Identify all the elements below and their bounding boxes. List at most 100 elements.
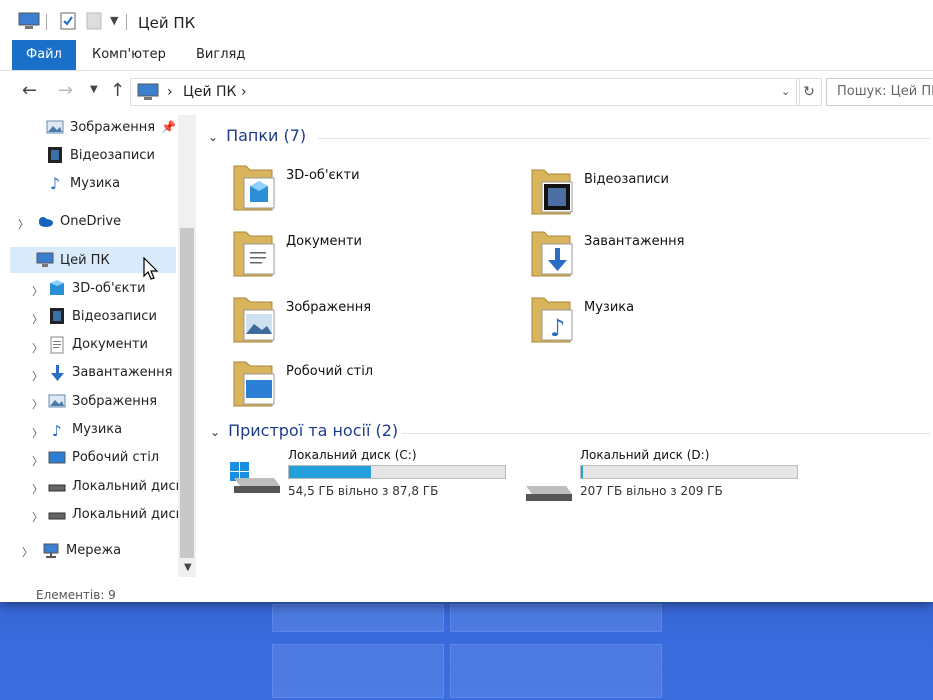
folder-icon (233, 297, 275, 343)
tab-file[interactable]: Файл (12, 40, 76, 70)
sidebar-item-label: Відеозаписи (70, 147, 155, 163)
breadcrumb-separator[interactable]: › (167, 84, 173, 100)
cloud-icon (39, 217, 53, 227)
section-divider (402, 433, 930, 434)
up-button[interactable]: ↑ (110, 80, 125, 101)
tab-computer[interactable]: Комп'ютер (92, 40, 166, 70)
section-devices-header[interactable]: ⌄ Пристрої та носії (2) (210, 421, 398, 440)
folder-tile[interactable]: 3D-об'єкти (232, 160, 492, 216)
sidebar-item-label: Музика (72, 422, 123, 437)
section-folders-header[interactable]: ⌄ Папки (7) (208, 126, 306, 145)
scroll-down-arrow-icon[interactable]: ▼ (184, 562, 192, 573)
section-divider (318, 138, 930, 139)
folder-tile[interactable]: Відеозаписи (530, 164, 790, 220)
music-icon: ♪ (49, 174, 61, 193)
expand-chevron-icon[interactable]: 〉 (22, 544, 33, 560)
network-icon (43, 543, 59, 558)
folder-tile[interactable]: Робочий стіл (232, 356, 492, 412)
explorer-window: ▼ Цей ПК Файл Комп'ютер Вигляд ← → ▼ ↑ ›… (0, 0, 933, 602)
videos-icon (50, 308, 64, 325)
expand-chevron-icon[interactable]: 〉 (32, 368, 43, 384)
drive-icon (48, 512, 66, 520)
expand-chevron-icon[interactable]: 〉 (32, 340, 43, 356)
breadcrumb-this-pc[interactable]: Цей ПК (183, 84, 237, 100)
folder-icon: ♪ (531, 297, 573, 343)
back-button[interactable]: ← (22, 80, 37, 101)
search-input[interactable]: Пошук: Цей ПК (826, 78, 933, 106)
videos-icon (48, 147, 62, 163)
sidebar-item[interactable]: ♪ Музика (48, 417, 178, 443)
mouse-cursor-icon (143, 257, 159, 280)
drive-tile[interactable]: Локальний диск (D:) 207 ГБ вільно з 209 Г… (520, 448, 800, 508)
sidebar-item-music-quick[interactable]: ♪ Музика (46, 170, 120, 196)
address-dropdown-chevron-icon[interactable]: ⌄ (781, 85, 790, 98)
refresh-button[interactable]: ↻ (796, 78, 822, 106)
drive-usage-fill (581, 466, 584, 478)
sidebar-item-label: Цей ПК (60, 252, 110, 268)
expand-chevron-icon[interactable]: 〉 (32, 509, 43, 525)
sidebar-item-network[interactable]: Мережа (42, 537, 121, 563)
drive-icon (230, 462, 280, 493)
drive-tile[interactable]: Локальний диск (C:) 54,5 ГБ вільно з 87,8… (228, 448, 508, 508)
downloads-icon (51, 364, 64, 381)
collapse-chevron-icon: ⌄ (210, 425, 221, 439)
tab-view[interactable]: Вигляд (196, 40, 245, 70)
folder-tile[interactable]: Документи (232, 226, 492, 282)
drive-usage-bar (580, 465, 798, 479)
expand-chevron-icon[interactable]: 〉 (32, 453, 43, 469)
sidebar-item-label: Мережа (66, 542, 122, 558)
folder-label: Завантаження (584, 234, 685, 249)
sidebar-item[interactable]: Локальний диск (48, 501, 178, 527)
sidebar-item-videos-quick[interactable]: Відеозаписи (46, 142, 155, 168)
computer-icon (36, 252, 54, 267)
sidebar-item[interactable]: Робочий стіл (48, 445, 178, 471)
expand-chevron-icon[interactable]: 〉 (18, 216, 29, 232)
new-folder-icon[interactable] (86, 12, 102, 30)
expand-chevron-icon[interactable]: 〉 (32, 283, 43, 299)
sidebar-item[interactable]: Зображення (48, 388, 178, 414)
sidebar-item-label: 3D-об'єкти (72, 280, 146, 296)
drive-usage-fill (289, 466, 372, 478)
sidebar-item[interactable]: Відеозаписи (48, 303, 178, 329)
address-bar[interactable]: › Цей ПК › ⌄ (130, 78, 800, 106)
properties-icon[interactable] (60, 12, 76, 30)
sidebar-item-label: OneDrive (60, 213, 122, 229)
desktop-tile (450, 604, 662, 632)
computer-icon (18, 12, 40, 29)
folder-tile[interactable]: ♪ Музика (530, 292, 790, 348)
pin-icon: 📌 (161, 120, 177, 134)
folder-label: Робочий стіл (286, 364, 374, 379)
title-bar: ▼ Цей ПК (0, 0, 933, 40)
pictures-icon (48, 394, 66, 408)
folder-tile[interactable]: Завантаження (530, 226, 790, 282)
desktop-tile (272, 644, 444, 698)
svg-text:♪: ♪ (550, 314, 565, 342)
recent-locations-chevron-icon[interactable]: ▼ (90, 84, 98, 95)
sidebar-item-label: Зображення (70, 119, 156, 135)
forward-button[interactable]: → (58, 80, 73, 101)
section-title: Пристрої та носії (2) (228, 421, 399, 440)
separator (46, 14, 47, 30)
sidebar-item[interactable]: Документи (48, 332, 178, 358)
desktop-icon (48, 451, 66, 464)
expand-chevron-icon[interactable]: 〉 (32, 396, 43, 412)
sidebar-item-label: Музика (70, 175, 121, 191)
sidebar-item-onedrive[interactable]: OneDrive (36, 208, 121, 234)
separator (126, 14, 127, 30)
navigation-bar: ← → ▼ ↑ › Цей ПК › ⌄ ↻ Пошук: Цей ПК (0, 72, 933, 110)
desktop-tile (272, 604, 444, 632)
drive-icon (526, 486, 572, 501)
sidebar-item[interactable]: Завантаження (48, 360, 178, 386)
sidebar-item-pictures-quick[interactable]: Зображення 📌 (46, 114, 176, 140)
sidebar-scrollbar-thumb[interactable] (180, 228, 194, 558)
sidebar-item[interactable]: Локальний диск (48, 473, 178, 499)
desktop-tile (450, 644, 662, 698)
computer-icon (137, 83, 159, 100)
folder-tile[interactable]: Зображення (232, 292, 492, 348)
expand-chevron-icon[interactable]: 〉 (32, 481, 43, 497)
breadcrumb-separator[interactable]: › (241, 84, 247, 100)
expand-chevron-icon[interactable]: 〉 (32, 311, 43, 327)
expand-chevron-icon[interactable]: 〉 (32, 425, 43, 441)
customize-quick-access-icon[interactable]: ▼ (110, 14, 118, 27)
sidebar-item-label: Локальний диск (72, 506, 178, 522)
